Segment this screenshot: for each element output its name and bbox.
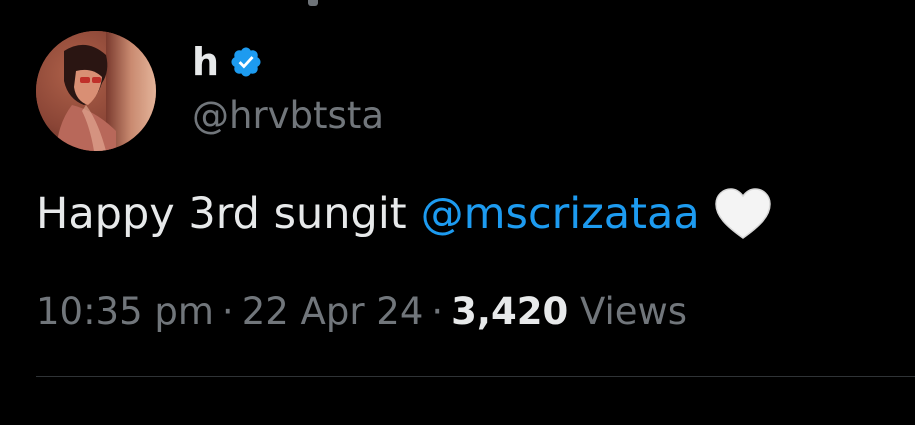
avatar[interactable] (36, 31, 156, 151)
meta-separator: · (221, 290, 234, 333)
tweet-time[interactable]: 10:35 pm (36, 290, 214, 333)
tweet-detail: h @hrvbtsta Happy 3rd sungit @mscrizataa… (0, 0, 915, 425)
divider (36, 376, 915, 377)
mention-link[interactable]: @mscrizataa (421, 186, 700, 242)
avatar-image (36, 31, 156, 151)
tweet-meta: 10:35 pm · 22 Apr 24 · 3,420 Views (36, 288, 687, 336)
views-label[interactable]: Views (580, 290, 687, 333)
tweet-body: Happy 3rd sungit @mscrizataa (36, 186, 772, 242)
tweet-text: Happy 3rd sungit (36, 189, 407, 239)
verified-badge-icon[interactable] (229, 45, 263, 79)
author-name-row[interactable]: h (192, 38, 263, 86)
thread-connector (308, 0, 318, 6)
display-name[interactable]: h (192, 38, 219, 86)
user-handle[interactable]: @hrvbtsta (192, 92, 384, 140)
views-count[interactable]: 3,420 (451, 290, 568, 333)
white-heart-icon (714, 188, 772, 240)
tweet-date[interactable]: 22 Apr 24 (242, 290, 424, 333)
meta-separator: · (431, 290, 444, 333)
